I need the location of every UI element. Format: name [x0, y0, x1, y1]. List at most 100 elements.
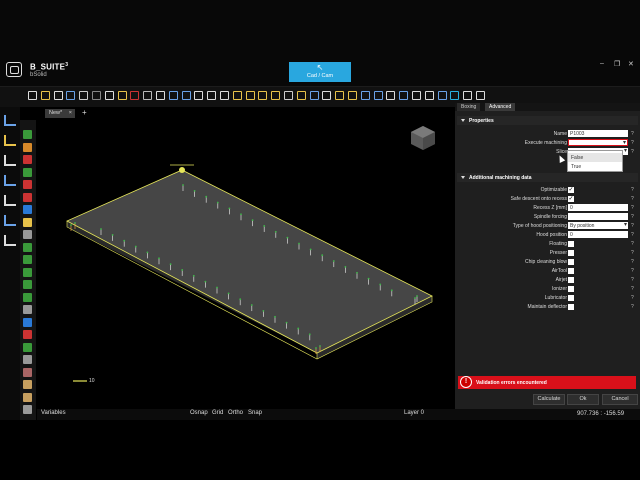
render-icon[interactable]	[373, 91, 383, 100]
undo-icon[interactable]	[143, 91, 153, 100]
help-icon[interactable]: ?	[631, 187, 634, 193]
side-view-icon[interactable]	[245, 91, 255, 100]
top-view-icon[interactable]	[232, 91, 242, 100]
hood-position-input[interactable]: 0	[568, 231, 628, 238]
help-icon[interactable]: ?	[631, 140, 634, 146]
arc-icon[interactable]	[4, 175, 16, 186]
machining-tool-6-icon[interactable]	[23, 192, 32, 202]
help-icon[interactable]: ?	[631, 250, 634, 256]
help-icon[interactable]: ?	[631, 268, 634, 274]
close-icon[interactable]: ✕	[628, 60, 634, 68]
help-icon[interactable]: ?	[631, 205, 634, 211]
minimize-icon[interactable]: –	[600, 60, 604, 67]
3d-view-icon[interactable]	[207, 91, 217, 100]
line-icon[interactable]	[4, 155, 16, 166]
lubricator-checkbox[interactable]	[568, 295, 574, 301]
tab-boxing[interactable]: Boxing	[457, 103, 481, 111]
ionizer-checkbox[interactable]	[568, 286, 574, 292]
pan-icon[interactable]	[194, 91, 204, 100]
machining-tool-8-icon[interactable]	[23, 217, 32, 227]
help-icon[interactable]: ?	[631, 223, 634, 229]
airjet-checkbox[interactable]	[568, 277, 574, 283]
slice-option-false[interactable]: False	[568, 153, 622, 162]
viewport-canvas[interactable]	[37, 118, 453, 409]
zoom-icon[interactable]	[168, 91, 178, 100]
floating-checkbox[interactable]	[568, 241, 574, 247]
execute-machining-dropdown[interactable]	[568, 139, 628, 146]
variables-button[interactable]: Variables	[41, 410, 66, 416]
cad-cam-mode-button[interactable]: ↖ Cad / Cam	[289, 62, 351, 82]
optimizable-checkbox[interactable]: ✓	[568, 187, 574, 193]
help-icon[interactable]: ?	[631, 277, 634, 283]
add-tab-button[interactable]: +	[82, 109, 87, 117]
node-edit-icon[interactable]	[4, 135, 16, 146]
rotate-icon[interactable]	[4, 195, 16, 206]
print-icon[interactable]	[104, 91, 114, 100]
machining-tool-13-icon[interactable]	[23, 280, 32, 289]
measure-icon[interactable]	[322, 91, 332, 100]
machining-tool-11-icon[interactable]	[23, 255, 32, 264]
machining-tool-12-icon[interactable]	[23, 267, 32, 277]
additional-machining-section-header[interactable]: Additional machining data	[457, 173, 638, 182]
cut-icon[interactable]	[117, 91, 127, 100]
machining-tool-19-icon[interactable]	[23, 355, 32, 364]
machining-tool-2-icon[interactable]	[23, 142, 32, 152]
open-icon[interactable]	[40, 91, 50, 100]
help-icon[interactable]: ?	[631, 259, 634, 265]
help-icon[interactable]: ?	[631, 196, 634, 202]
chip-cleaning-blow-checkbox[interactable]	[568, 259, 574, 265]
machining-tool-1-icon[interactable]	[23, 130, 32, 139]
front-view-icon[interactable]	[220, 91, 229, 100]
ok-button[interactable]: Ok	[567, 394, 599, 405]
view-cube-icon[interactable]	[411, 126, 435, 150]
box-icon[interactable]	[271, 91, 281, 100]
delete-icon[interactable]	[130, 91, 140, 100]
cancel-button[interactable]: Cancel	[602, 394, 638, 405]
machining-tool-22-icon[interactable]	[23, 392, 32, 402]
iso-view-icon[interactable]	[258, 91, 268, 100]
info-icon[interactable]	[450, 91, 460, 100]
name-input[interactable]: P1003	[568, 130, 628, 137]
machining-tool-9-icon[interactable]	[23, 230, 32, 239]
close-tab-icon[interactable]: ×	[69, 110, 72, 116]
tools-icon[interactable]	[4, 235, 16, 246]
save-as-icon[interactable]	[66, 91, 76, 100]
machining-tool-14-icon[interactable]	[23, 292, 32, 302]
osnap-toggle[interactable]: Osnap	[190, 410, 208, 416]
machining-tool-5-icon[interactable]	[23, 180, 32, 189]
snap-toggle[interactable]: Snap	[248, 410, 262, 416]
new-icon[interactable]	[28, 91, 37, 100]
globe-icon[interactable]	[437, 91, 447, 100]
help-icon[interactable]: ?	[631, 295, 634, 301]
type-of-hood-positioning-dropdown[interactable]: By position	[568, 222, 628, 229]
machining-tool-18-icon[interactable]	[23, 342, 32, 352]
machining-tool-17-icon[interactable]	[23, 330, 32, 339]
restore-icon[interactable]: ❐	[614, 60, 620, 68]
redo-icon[interactable]	[156, 91, 165, 100]
machining-tool-10-icon[interactable]	[23, 242, 32, 252]
tab-advanced[interactable]: Advanced	[485, 103, 516, 111]
material-icon[interactable]	[399, 91, 409, 100]
machining-tool-3-icon[interactable]	[23, 155, 32, 164]
properties-section-header[interactable]: Properties	[457, 116, 638, 125]
safe-descent-onto-recess-checkbox[interactable]: ✓	[568, 196, 574, 202]
wire-icon[interactable]	[284, 91, 293, 100]
select-icon[interactable]	[4, 115, 16, 126]
help-icon[interactable]: ?	[631, 214, 634, 220]
export-icon[interactable]	[92, 91, 101, 100]
ortho-toggle[interactable]: Ortho	[228, 410, 243, 416]
shield-icon[interactable]	[4, 215, 16, 226]
settings-icon[interactable]	[412, 91, 421, 100]
sphere-icon[interactable]	[424, 91, 434, 100]
maintain-deflector-checkbox[interactable]	[568, 304, 574, 310]
save-icon[interactable]	[53, 91, 63, 100]
help-icon[interactable]: ?	[631, 131, 634, 137]
slice-option-true[interactable]: True	[568, 162, 622, 171]
3d-viewport[interactable]: 10	[37, 118, 453, 409]
presser-checkbox[interactable]	[568, 250, 574, 256]
spindle-forcing-input[interactable]	[568, 213, 628, 220]
layer-icon[interactable]	[335, 91, 345, 100]
machining-tool-7-icon[interactable]	[23, 205, 32, 214]
machining-tool-23-icon[interactable]	[23, 405, 32, 414]
help-icon[interactable]	[463, 91, 473, 100]
